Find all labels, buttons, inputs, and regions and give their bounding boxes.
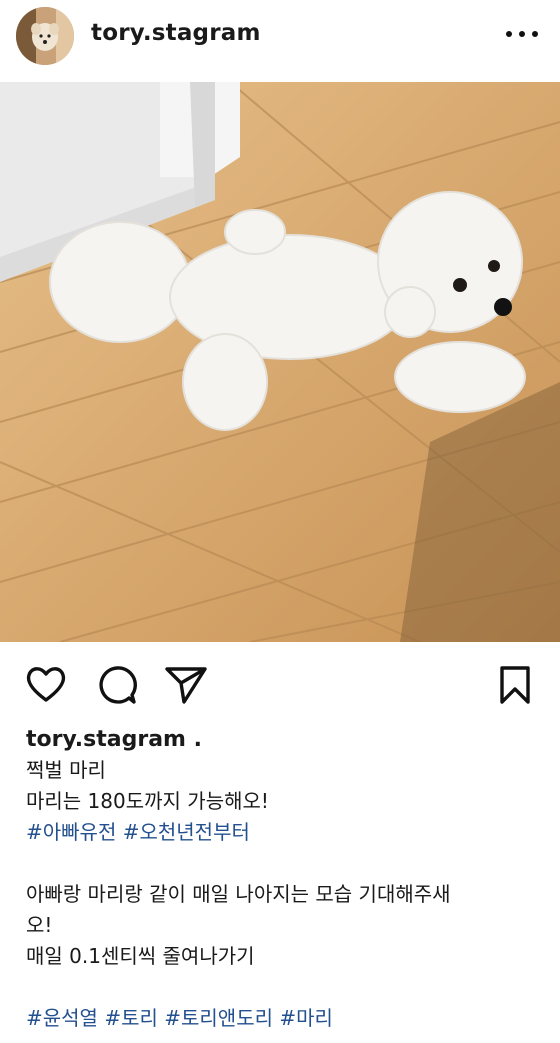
caption-line-3: 아빠랑 마리랑 같이 매일 나아지는 모습 기대해주새 (26, 882, 451, 906)
caption-line-5: 매일 0.1센티씩 줄여나가기 (26, 944, 255, 968)
caption-line-1: 쩍벌 마리 (26, 758, 106, 782)
caption-line-4: 오! (26, 913, 53, 937)
post-caption: tory.stagram . 쩍벌 마리 마리는 180도까지 가능해오! #아… (26, 724, 546, 1034)
avatar-dog-image (16, 7, 74, 65)
hashtag[interactable]: #오천년전부터 (123, 820, 250, 844)
caption-username[interactable]: tory.stagram . (26, 724, 546, 755)
caption-line-2: 마리는 180도까지 가능해오! (26, 789, 269, 813)
dog-photo (0, 82, 560, 642)
heart-icon[interactable] (25, 664, 67, 708)
hashtag[interactable]: #토리앤도리 (164, 1006, 273, 1030)
hashtag[interactable]: #토리 (104, 1006, 158, 1030)
post-header: tory.stagram (0, 0, 560, 82)
hashtag[interactable]: #윤석열 (26, 1006, 98, 1030)
hashtag[interactable]: #아빠유전 (26, 820, 116, 844)
comment-icon[interactable] (96, 664, 138, 710)
header-username[interactable]: tory.stagram (91, 20, 261, 46)
bookmark-icon[interactable] (497, 664, 533, 710)
hashtag-row-2: #윤석열 #토리 #토리앤도리 #마리 (26, 1003, 546, 1034)
hashtag[interactable]: #마리 (279, 1006, 333, 1030)
post-actions (0, 642, 560, 726)
more-horizontal-icon[interactable] (506, 24, 538, 44)
avatar[interactable] (16, 7, 74, 65)
hashtag-row-1: #아빠유전 #오천년전부터 (26, 817, 546, 848)
share-icon[interactable] (164, 664, 208, 710)
post-photo[interactable] (0, 82, 560, 642)
